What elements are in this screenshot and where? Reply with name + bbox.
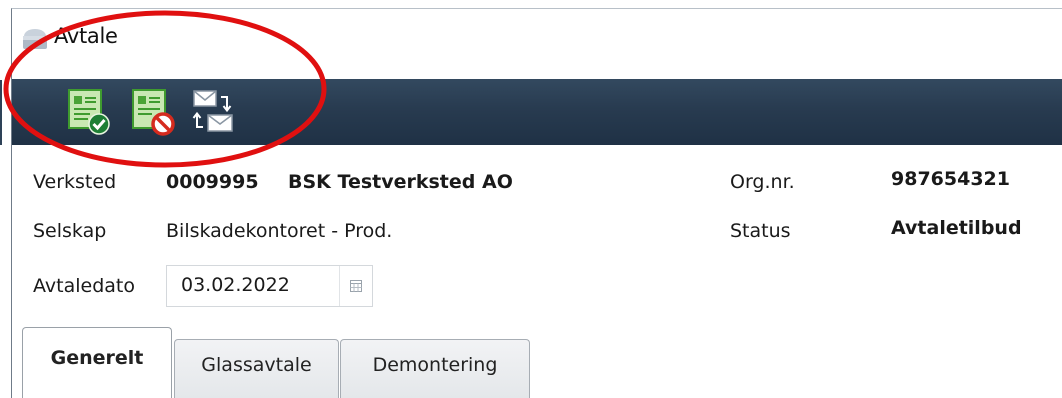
toolbar [12, 79, 1062, 145]
verksted-number: 0009995 [166, 171, 259, 193]
avtaledato-label: Avtaledato [33, 275, 135, 297]
avtaledato-input[interactable]: 03.02.2022 [166, 265, 373, 307]
tab-generelt[interactable]: Generelt [22, 327, 172, 398]
send-receive-mail-icon [192, 90, 233, 132]
tab-glassavtale[interactable]: Glassavtale [174, 339, 339, 398]
reject-agreement-button[interactable] [130, 87, 176, 137]
send-receive-button[interactable] [190, 87, 236, 137]
app-icon [23, 29, 47, 49]
verksted-name: BSK Testverksted AO [288, 171, 513, 193]
calendar-button[interactable] [339, 266, 372, 306]
tab-generelt-label: Generelt [50, 347, 144, 369]
verksted-label: Verksted [33, 171, 117, 193]
tab-demontering[interactable]: Demontering [340, 339, 530, 398]
tab-glassavtale-label: Glassavtale [201, 354, 312, 376]
selskap-label: Selskap [33, 220, 107, 242]
orgnr-label: Org.nr. [730, 171, 795, 193]
accept-agreement-button[interactable] [66, 87, 112, 137]
window-title: Avtale [54, 24, 118, 48]
status-label: Status [730, 220, 791, 242]
calendar-icon [350, 280, 362, 292]
reject-document-icon [132, 89, 175, 136]
background-window-edge [0, 0, 11, 398]
orgnr-value: 987654321 [891, 168, 1010, 190]
accept-document-icon [68, 89, 110, 135]
status-value: Avtaletilbud [891, 217, 1022, 239]
avtaledato-value: 03.02.2022 [181, 274, 290, 296]
selskap-value: Bilskadekontoret - Prod. [166, 220, 393, 242]
tab-strip: Generelt Glassavtale Demontering [22, 327, 1062, 398]
tab-demontering-label: Demontering [372, 354, 498, 376]
window-titlebar [12, 9, 1062, 79]
